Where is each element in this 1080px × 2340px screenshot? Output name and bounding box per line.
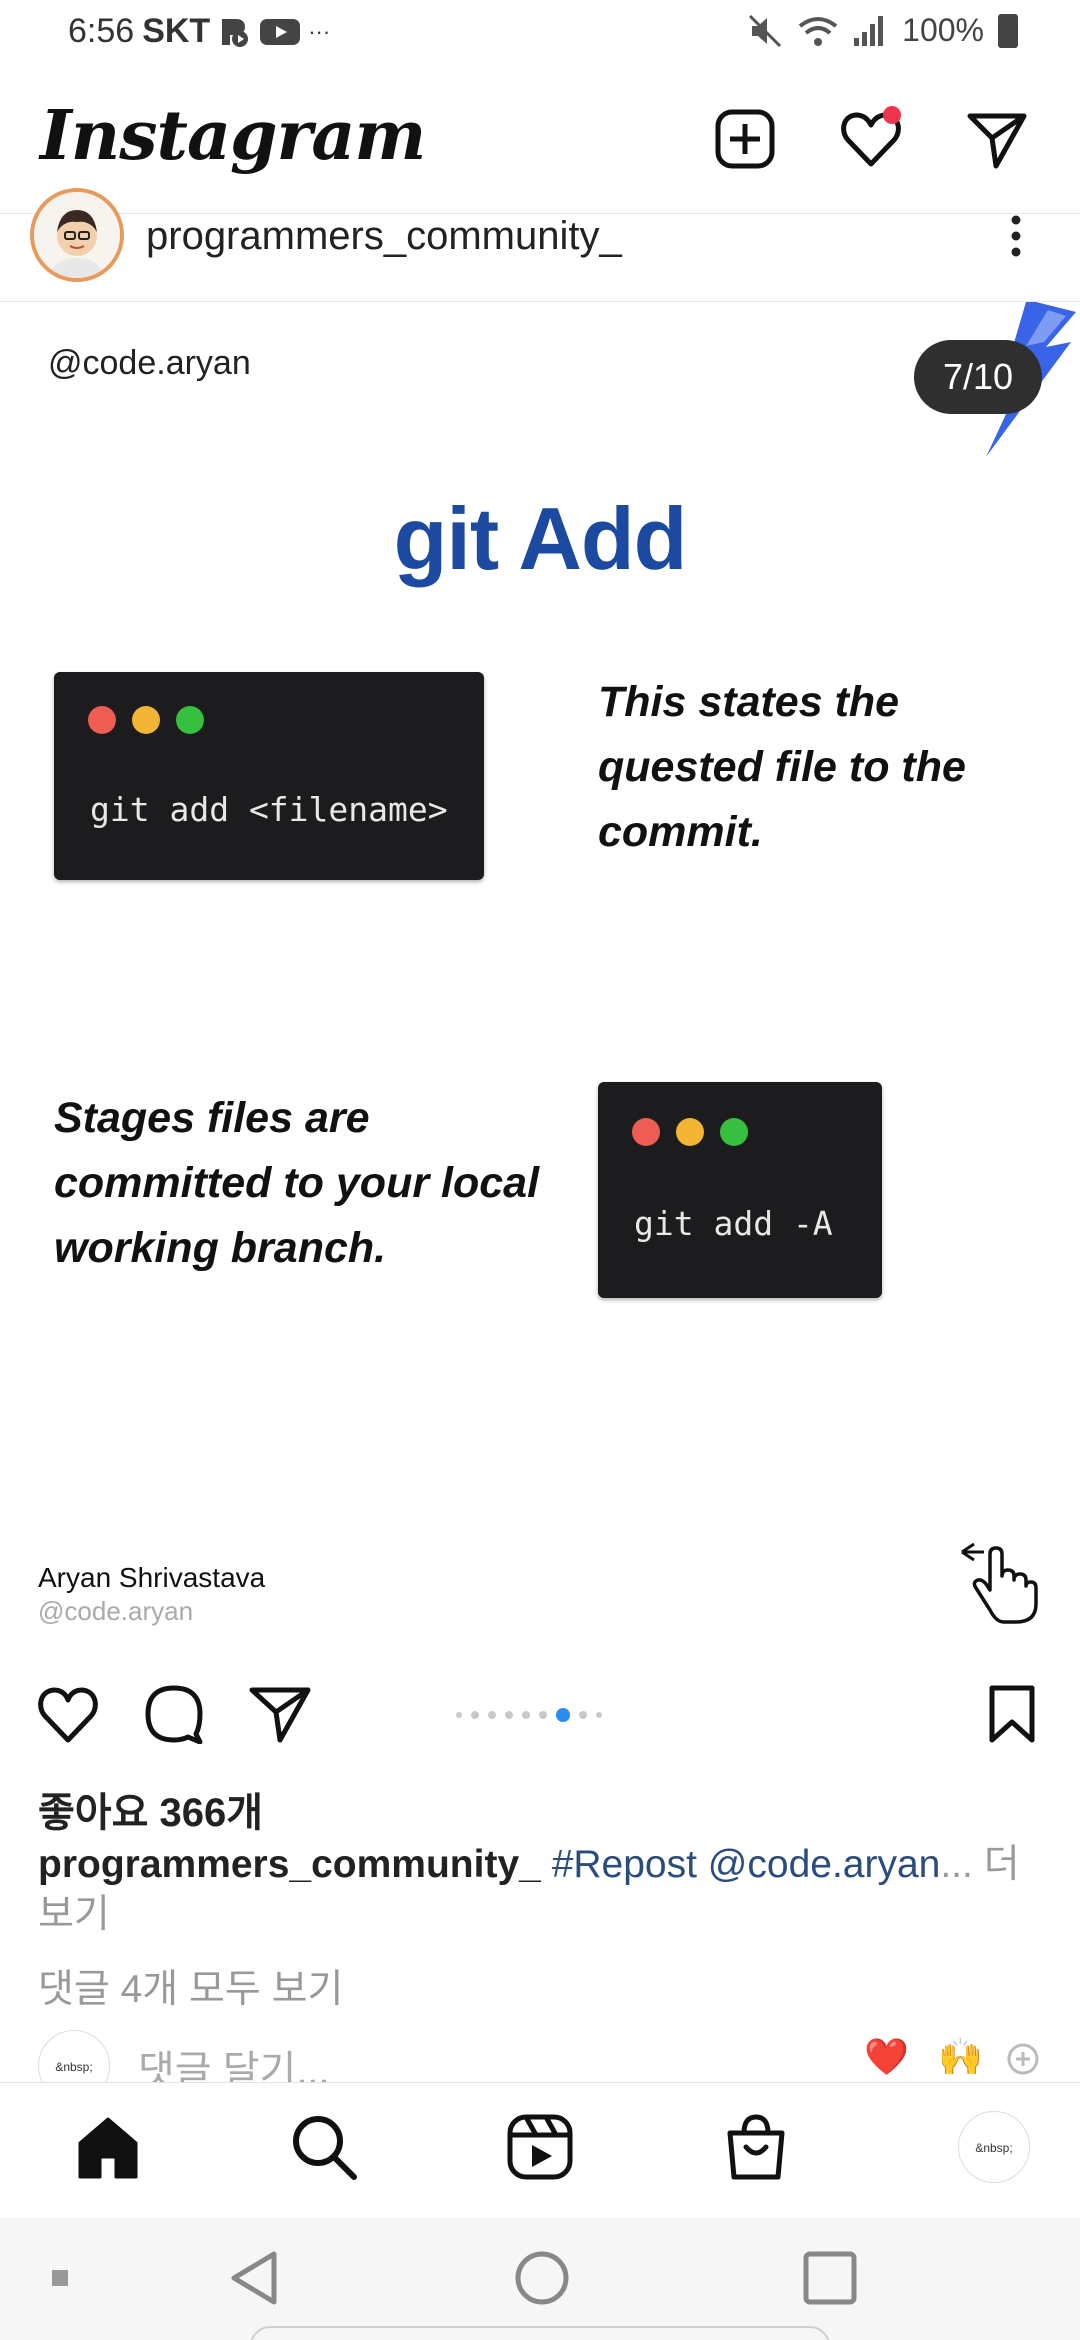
- paypal-notification-icon: [222, 18, 249, 47]
- caption-username[interactable]: programmers_community_: [38, 1843, 541, 1886]
- swipe-hand-icon: [961, 1542, 1038, 1624]
- raised-hands-emoji-button[interactable]: 🙌: [938, 2036, 983, 2078]
- carousel-dot-active: [556, 1708, 570, 1722]
- save-bookmark-icon[interactable]: [984, 1684, 1040, 1744]
- terminal-window-2: git add -A: [598, 1082, 882, 1298]
- instagram-logo[interactable]: Instagram: [40, 96, 426, 176]
- like-heart-icon[interactable]: [36, 1684, 100, 1744]
- post-actions: [0, 1668, 1080, 1754]
- view-all-comments-link[interactable]: 댓글 4개 모두 보기: [38, 1958, 343, 2014]
- status-more: ···: [308, 18, 331, 44]
- back-icon[interactable]: [226, 2248, 286, 2308]
- signal-icon: [854, 15, 884, 46]
- gesture-pill[interactable]: [250, 2326, 830, 2340]
- like-count[interactable]: 좋아요 366개: [38, 1780, 263, 1838]
- status-carrier: SKT: [142, 12, 211, 50]
- comment-icon[interactable]: [142, 1684, 206, 1744]
- slide-description-2: Stages files are committed to your local…: [54, 1094, 540, 1272]
- add-comment-row: &nbsp; 댓글 달기... ❤️ 🙌: [0, 2030, 1080, 2082]
- direct-message-icon[interactable]: [964, 106, 1030, 172]
- status-time: 6:56: [68, 12, 135, 50]
- slide-author-handle: @code.aryan: [38, 1596, 194, 1626]
- slide-description-1: This states the quested file to the comm…: [598, 678, 966, 856]
- notification-square-icon: [52, 2270, 68, 2286]
- status-bar: 6:56 SKT ··· 100%: [0, 0, 1080, 66]
- window-controls: [88, 706, 204, 734]
- maximize-dot-icon: [720, 1118, 748, 1146]
- carousel-dot: [596, 1712, 602, 1718]
- reels-icon[interactable]: [504, 2111, 576, 2183]
- maximize-dot-icon: [176, 706, 204, 734]
- post-header: programmers_community_: [0, 188, 1080, 302]
- carousel-dot: [539, 1711, 547, 1719]
- close-dot-icon: [632, 1118, 660, 1146]
- create-post-icon[interactable]: [712, 106, 778, 172]
- slide-handle: @code.aryan: [48, 344, 251, 382]
- add-emoji-icon[interactable]: [1006, 2042, 1040, 2076]
- carousel-dot: [471, 1711, 479, 1719]
- post-author-avatar[interactable]: [30, 188, 124, 282]
- wifi-icon: [798, 16, 838, 46]
- home-icon[interactable]: [72, 2111, 144, 2183]
- bottom-navigation: &nbsp;: [0, 2082, 1080, 2218]
- carousel-dot: [522, 1711, 530, 1719]
- mute-icon: [749, 14, 782, 47]
- carousel-indicator: [456, 1708, 602, 1722]
- heart-emoji-button[interactable]: ❤️: [864, 2036, 909, 2078]
- battery-percent: 100%: [902, 12, 984, 48]
- profile-avatar[interactable]: &nbsp;: [958, 2111, 1030, 2183]
- status-left: 6:56 SKT ···: [68, 12, 330, 51]
- carousel-dot: [456, 1712, 462, 1718]
- youtube-notification-icon: [260, 18, 301, 45]
- activity-heart-icon[interactable]: [838, 106, 904, 172]
- caption-ellipsis: ...: [940, 1843, 973, 1886]
- terminal-window-1: git add <filename>: [54, 672, 484, 880]
- app-header: Instagram: [0, 66, 1080, 214]
- slide-author-name: Aryan Shrivastava: [38, 1562, 266, 1593]
- minimize-dot-icon: [132, 706, 160, 734]
- caption-text[interactable]: #Repost @code.aryan: [552, 1843, 941, 1886]
- minimize-dot-icon: [676, 1118, 704, 1146]
- search-icon[interactable]: [288, 2111, 360, 2183]
- post-media[interactable]: @code.aryan 7/10 git Add git add <filena…: [0, 302, 1080, 1640]
- comment-user-avatar: &nbsp;: [38, 2030, 110, 2082]
- post-caption[interactable]: programmers_community_ #Repost @code.ary…: [38, 1840, 1048, 1940]
- add-comment-input[interactable]: 댓글 달기...: [138, 2038, 330, 2082]
- more-options-icon[interactable]: [1006, 214, 1026, 260]
- slide-counter: 7/10: [914, 340, 1042, 414]
- shop-bag-icon[interactable]: [720, 2111, 792, 2183]
- carousel-dot: [488, 1711, 496, 1719]
- close-dot-icon: [88, 706, 116, 734]
- home-button-icon[interactable]: [512, 2248, 572, 2308]
- carousel-dot: [505, 1711, 513, 1719]
- window-controls: [632, 1118, 748, 1146]
- terminal-command-1: git add <filename>: [90, 790, 448, 829]
- carousel-dot: [579, 1711, 587, 1719]
- status-right: 100%: [748, 12, 1018, 49]
- terminal-command-2: git add -A: [634, 1204, 833, 1243]
- post-username[interactable]: programmers_community_: [146, 214, 622, 259]
- system-navigation-bar: [0, 2218, 1080, 2340]
- share-icon[interactable]: [248, 1684, 312, 1744]
- recent-apps-icon[interactable]: [800, 2248, 860, 2308]
- avatar-illustration: [34, 192, 120, 278]
- slide-title: git Add: [393, 489, 688, 588]
- battery-icon: [998, 13, 1018, 48]
